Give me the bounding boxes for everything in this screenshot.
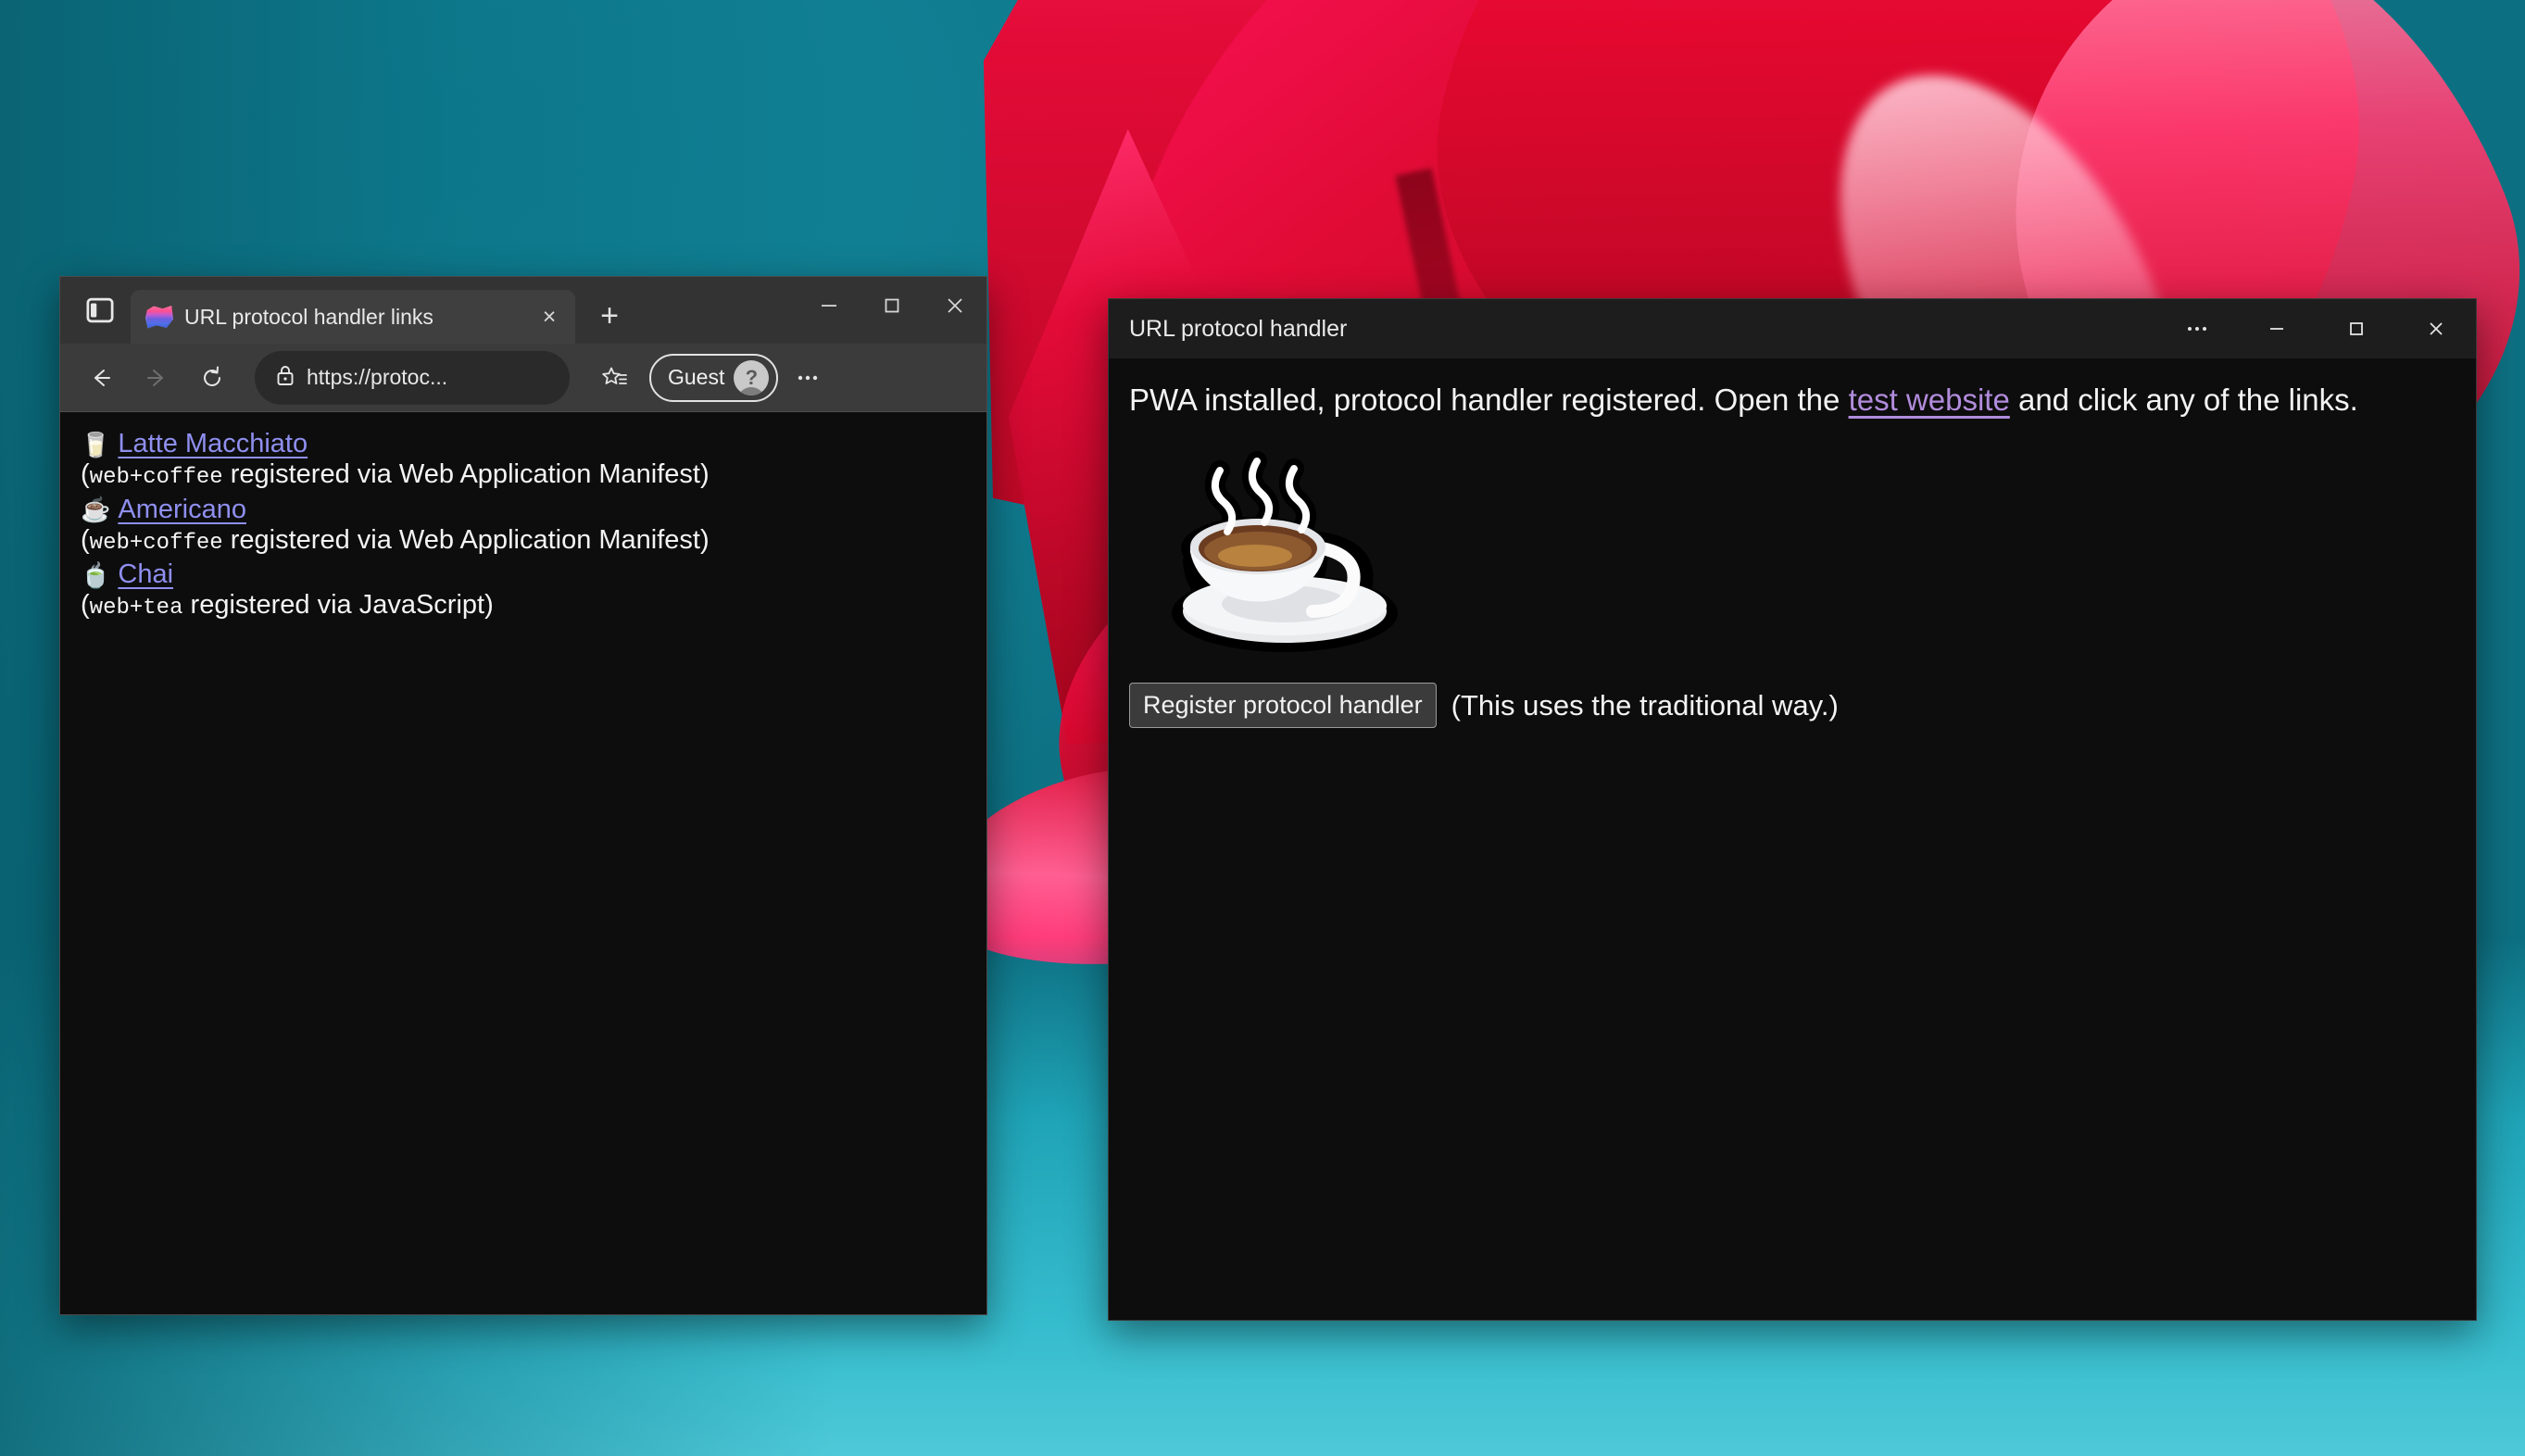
hot-beverage-icon: ☕ xyxy=(81,496,111,524)
hot-beverage-icon xyxy=(1172,451,1398,653)
minimize-icon[interactable] xyxy=(2237,299,2317,358)
avatar-glyph: ? xyxy=(745,365,759,389)
browser-window[interactable]: URL protocol handler links × + https://p… xyxy=(59,276,987,1315)
pwa-lead-text: PWA installed, protocol handler register… xyxy=(1129,381,2456,419)
protocol-link-americano[interactable]: Americano xyxy=(118,496,246,523)
note-open-paren: ( xyxy=(81,524,90,555)
traditional-way-note: (This uses the traditional way.) xyxy=(1451,688,1839,722)
back-arrow-icon[interactable] xyxy=(75,352,127,404)
lead-before-text: PWA installed, protocol handler register… xyxy=(1129,383,1849,417)
profile-label: Guest xyxy=(668,365,725,389)
tab-title: URL protocol handler links xyxy=(184,304,433,329)
list-item-note: (web+coffee registered via Web Applicati… xyxy=(81,459,966,491)
pwa-titlebar: URL protocol handler xyxy=(1109,299,2476,358)
scheme-name: web+tea xyxy=(89,596,183,621)
browser-tab[interactable]: URL protocol handler links × xyxy=(131,290,575,344)
maximize-icon[interactable] xyxy=(2317,299,2396,358)
favorites-star-icon[interactable] xyxy=(588,352,640,404)
coffee-cup-image xyxy=(1148,439,2456,666)
list-item: ☕ Americano xyxy=(81,496,966,523)
refresh-icon[interactable] xyxy=(186,352,238,404)
tab-actions-icon[interactable] xyxy=(69,277,131,344)
scheme-name: web+coffee xyxy=(89,530,223,556)
address-bar[interactable]: https://protoc... xyxy=(255,350,570,405)
tab-favicon-icon xyxy=(145,306,173,329)
more-ellipsis-icon[interactable] xyxy=(2157,299,2237,358)
list-item-note: (web+tea registered via JavaScript) xyxy=(81,590,966,621)
protocol-link-chai[interactable]: Chai xyxy=(118,561,173,588)
avatar: ? xyxy=(734,359,770,395)
new-tab-button[interactable]: + xyxy=(584,291,634,341)
browser-page-content: 🥛 Latte Macchiato (web+coffee registered… xyxy=(60,412,986,1314)
more-ellipsis-icon[interactable] xyxy=(782,352,834,404)
pwa-content: PWA installed, protocol handler register… xyxy=(1109,358,2476,729)
minimize-icon[interactable] xyxy=(798,277,861,334)
profile-button[interactable]: Guest ? xyxy=(649,353,779,402)
maximize-icon[interactable] xyxy=(861,277,923,334)
list-item-note: (web+coffee registered via Web Applicati… xyxy=(81,525,966,557)
browser-window-controls xyxy=(798,277,986,334)
lead-after-text: and click any of the links. xyxy=(2009,383,2358,417)
browser-tabstrip: URL protocol handler links × + xyxy=(60,277,986,344)
pwa-controls-row: Register protocol handler (This uses the… xyxy=(1129,683,2456,729)
pwa-window[interactable]: URL protocol handler PWA installed, prot… xyxy=(1108,298,2477,1321)
register-protocol-handler-button[interactable]: Register protocol handler xyxy=(1129,683,1437,729)
list-item: 🍵 Chai xyxy=(81,561,966,588)
glass-of-milk-icon: 🥛 xyxy=(81,430,111,458)
test-website-link[interactable]: test website xyxy=(1849,383,2010,417)
lock-icon xyxy=(275,363,295,393)
forward-arrow-icon[interactable] xyxy=(131,352,182,404)
close-icon[interactable] xyxy=(923,277,986,334)
note-open-paren: ( xyxy=(81,459,90,489)
desktop: URL protocol handler links × + https://p… xyxy=(0,0,2525,1456)
list-item: 🥛 Latte Macchiato xyxy=(81,431,966,458)
browser-toolbar: https://protoc... Guest ? xyxy=(60,344,986,412)
close-tab-icon[interactable]: × xyxy=(533,300,566,333)
pwa-title: URL protocol handler xyxy=(1129,315,1348,342)
scheme-name: web+coffee xyxy=(89,465,223,490)
teacup-without-handle-icon: 🍵 xyxy=(81,560,111,589)
note-text: registered via Web Application Manifest) xyxy=(222,459,710,489)
close-icon[interactable] xyxy=(2396,299,2476,358)
note-open-paren: ( xyxy=(81,590,90,621)
address-bar-text[interactable]: https://protoc... xyxy=(307,365,447,390)
protocol-link-latte-macchiato[interactable]: Latte Macchiato xyxy=(118,431,308,458)
note-text: registered via JavaScript) xyxy=(182,590,494,621)
note-text: registered via Web Application Manifest) xyxy=(222,524,710,555)
